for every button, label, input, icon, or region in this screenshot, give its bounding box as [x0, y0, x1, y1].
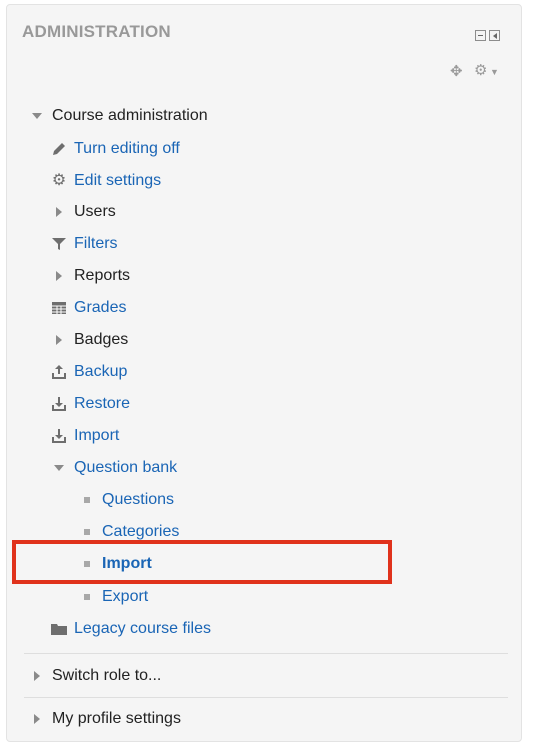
- download-icon: [52, 429, 66, 443]
- qb-questions-item[interactable]: Questions: [82, 488, 174, 512]
- expanded-arrow-icon: [32, 113, 42, 119]
- collapse-icon[interactable]: [475, 30, 486, 41]
- edit-settings-link[interactable]: Edit settings: [74, 169, 161, 193]
- bullet-icon: [84, 529, 90, 535]
- badges-label: Badges: [74, 331, 129, 348]
- filter-icon: [52, 238, 66, 250]
- collapsed-arrow-icon: [34, 714, 40, 724]
- switch-role-node[interactable]: Switch role to...: [32, 664, 161, 688]
- divider: [24, 697, 508, 698]
- bullet-icon: [84, 497, 90, 503]
- bullet-icon: [84, 594, 90, 600]
- qb-export-item[interactable]: Export: [82, 585, 148, 609]
- qb-export-link[interactable]: Export: [102, 585, 148, 609]
- import-item[interactable]: Import: [50, 424, 119, 448]
- restore-item[interactable]: Restore: [50, 392, 130, 416]
- collapsed-arrow-icon: [56, 271, 62, 281]
- profile-settings-label: My profile settings: [52, 710, 181, 727]
- edit-settings-item[interactable]: ⚙ Edit settings: [50, 169, 161, 193]
- users-node[interactable]: Users: [54, 200, 116, 224]
- filters-link[interactable]: Filters: [74, 232, 118, 256]
- folder-icon: [51, 624, 67, 635]
- menu-gear-icon[interactable]: ⚙: [474, 63, 487, 78]
- collapsed-arrow-icon: [34, 671, 40, 681]
- switch-role-label: Switch role to...: [52, 667, 162, 684]
- badges-node[interactable]: Badges: [54, 328, 128, 352]
- grades-link[interactable]: Grades: [74, 296, 126, 320]
- question-bank-link[interactable]: Question bank: [74, 456, 177, 480]
- legacy-files-item[interactable]: Legacy course files: [50, 617, 211, 641]
- course-admin-node[interactable]: Course administration: [32, 104, 208, 128]
- gear-icon: ⚙: [51, 172, 67, 189]
- import-link[interactable]: Import: [74, 424, 119, 448]
- collapsed-arrow-icon: [56, 207, 62, 217]
- reports-label: Reports: [74, 267, 131, 284]
- block-title: ADMINISTRATION: [22, 22, 171, 41]
- expanded-arrow-icon: [54, 465, 64, 471]
- upload-icon: [52, 365, 66, 379]
- block-controls: [475, 30, 500, 41]
- backup-link[interactable]: Backup: [74, 360, 127, 384]
- backup-item[interactable]: Backup: [50, 360, 127, 384]
- restore-link[interactable]: Restore: [74, 392, 130, 416]
- filters-item[interactable]: Filters: [50, 232, 118, 256]
- caret-down-icon[interactable]: ▼: [490, 67, 499, 77]
- download-icon: [52, 397, 66, 411]
- grid-icon: [52, 302, 66, 314]
- highlight-box: [12, 540, 392, 584]
- turn-editing-off-link[interactable]: Turn editing off: [74, 137, 180, 161]
- dock-icon[interactable]: [489, 30, 500, 41]
- move-icon[interactable]: ✥: [450, 64, 463, 79]
- collapsed-arrow-icon: [56, 335, 62, 345]
- grades-item[interactable]: Grades: [50, 296, 126, 320]
- reports-node[interactable]: Reports: [54, 264, 130, 288]
- turn-editing-off-item[interactable]: Turn editing off: [50, 137, 180, 161]
- legacy-files-link[interactable]: Legacy course files: [74, 617, 211, 641]
- pencil-icon: [53, 143, 65, 155]
- divider: [24, 653, 508, 654]
- course-admin-label: Course administration: [52, 107, 208, 124]
- profile-settings-node[interactable]: My profile settings: [32, 707, 181, 731]
- users-label: Users: [74, 203, 116, 220]
- qb-questions-link[interactable]: Questions: [102, 488, 174, 512]
- question-bank-node[interactable]: Question bank: [54, 456, 177, 480]
